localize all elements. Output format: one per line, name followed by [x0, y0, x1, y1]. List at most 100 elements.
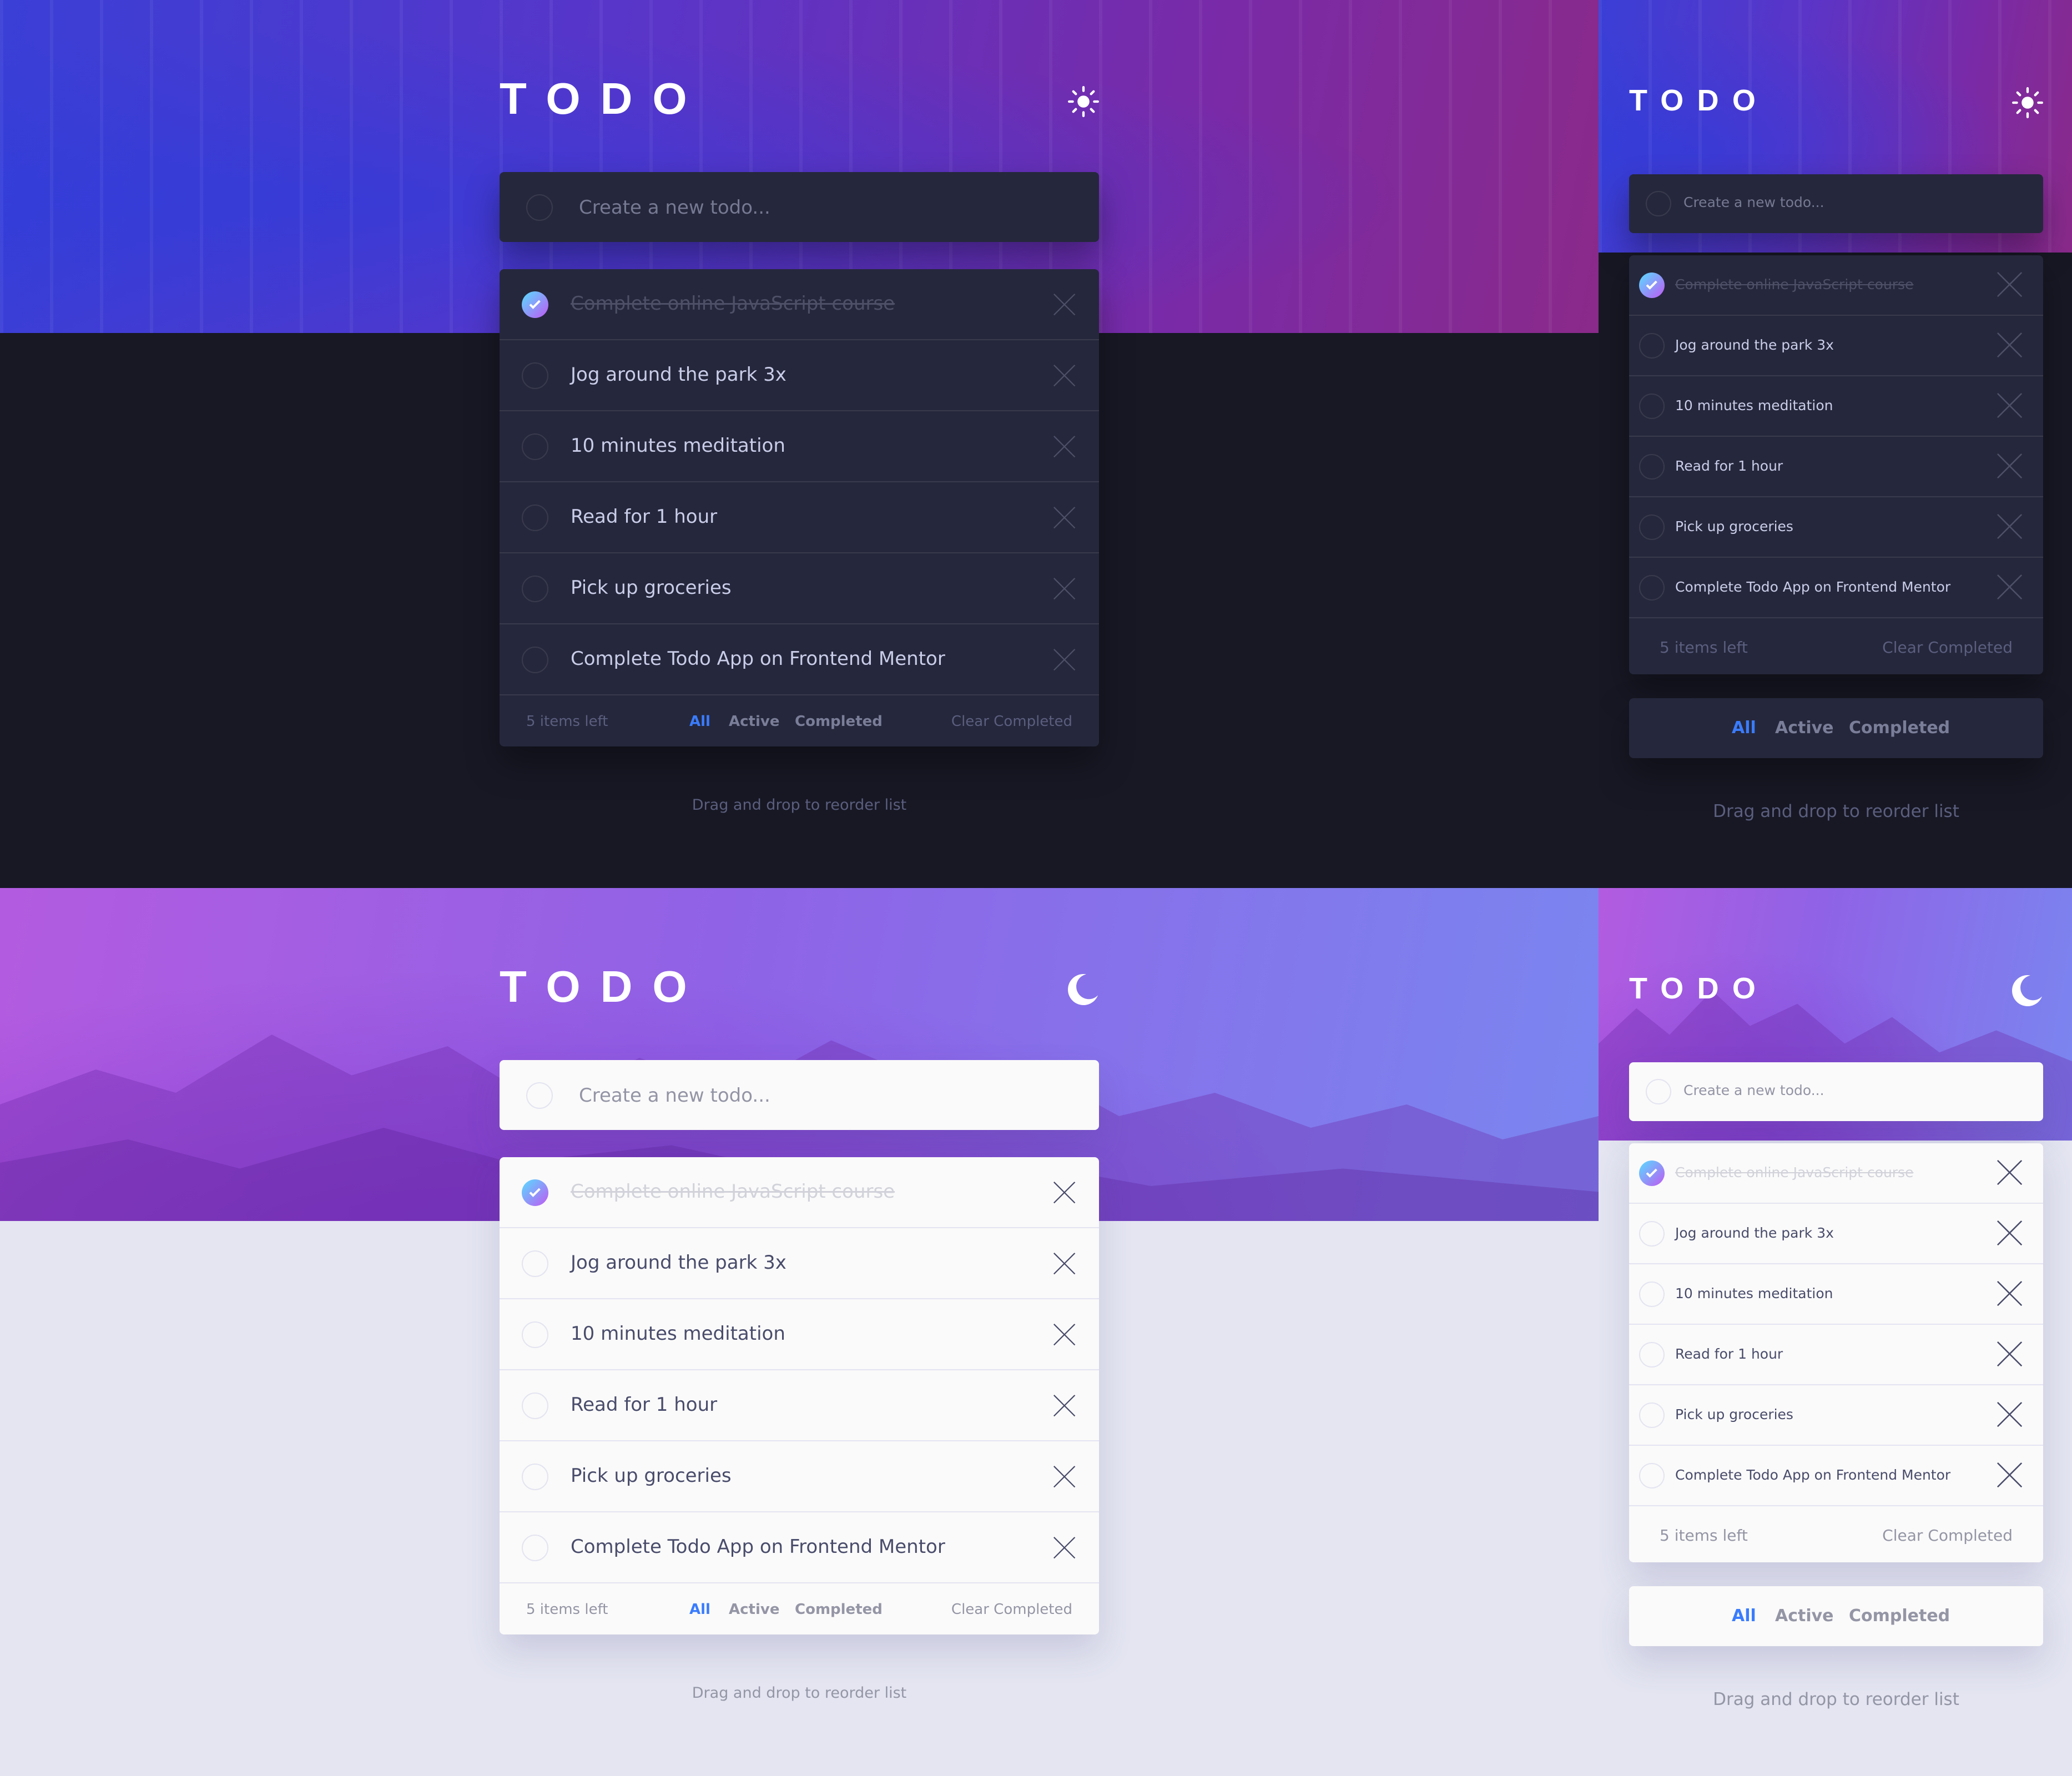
todo-item[interactable]: Complete Todo App on Frontend Mentor [500, 624, 1099, 695]
delete-todo-icon[interactable] [1053, 294, 1076, 316]
todo-checkbox[interactable] [1639, 514, 1665, 540]
todo-checkbox[interactable] [1639, 1402, 1665, 1428]
filter-completed[interactable]: Completed [1849, 1606, 1950, 1626]
todo-checkbox[interactable] [1639, 1463, 1665, 1489]
new-todo-checkbox[interactable] [1646, 191, 1671, 216]
theme-toggle-button[interactable] [1068, 86, 1099, 117]
todo-checkbox[interactable] [1639, 1281, 1665, 1307]
todo-checkbox[interactable] [1639, 1161, 1665, 1186]
delete-todo-icon[interactable] [1053, 507, 1076, 529]
filter-all[interactable]: All [689, 1601, 710, 1618]
todo-item[interactable]: 10 minutes meditation [500, 411, 1099, 482]
filter-all[interactable]: All [689, 713, 710, 730]
todo-checkbox[interactable] [522, 1321, 548, 1348]
todo-item[interactable]: Pick up groceries [1629, 497, 2043, 558]
clear-completed-button[interactable]: Clear Completed [951, 1601, 1072, 1618]
filter-completed[interactable]: Completed [795, 713, 883, 730]
filter-completed[interactable]: Completed [795, 1601, 883, 1618]
new-todo-input[interactable]: Create a new todo... [1683, 194, 1824, 210]
clear-completed-button[interactable]: Clear Completed [1882, 1526, 2013, 1545]
delete-todo-icon[interactable] [1053, 1182, 1076, 1204]
delete-todo-icon[interactable] [1053, 1466, 1076, 1488]
new-todo-checkbox[interactable] [526, 194, 553, 221]
theme-toggle-button[interactable] [2012, 975, 2043, 1006]
todo-item[interactable]: Complete online JavaScript course [1629, 1143, 2043, 1204]
delete-todo-icon[interactable] [1997, 393, 2023, 418]
delete-todo-icon[interactable] [1053, 578, 1076, 600]
new-todo-input[interactable]: Create a new todo... [1683, 1082, 1824, 1098]
delete-todo-icon[interactable] [1997, 1402, 2023, 1427]
todo-checkbox[interactable] [522, 647, 548, 673]
delete-todo-icon[interactable] [1053, 436, 1076, 458]
todo-checkbox[interactable] [522, 1535, 548, 1561]
todo-checkbox[interactable] [522, 1179, 548, 1206]
delete-todo-icon[interactable] [1997, 1462, 2023, 1488]
todo-checkbox[interactable] [1639, 333, 1665, 359]
todo-item[interactable]: Jog around the park 3x [1629, 1204, 2043, 1264]
todo-item[interactable]: Jog around the park 3x [500, 340, 1099, 411]
delete-todo-icon[interactable] [1053, 649, 1076, 671]
new-todo-checkbox[interactable] [1646, 1079, 1671, 1104]
todo-checkbox[interactable] [1639, 575, 1665, 601]
todo-checkbox[interactable] [522, 433, 548, 460]
todo-item[interactable]: Jog around the park 3x [1629, 316, 2043, 376]
todo-item[interactable]: 10 minutes meditation [500, 1299, 1099, 1370]
theme-toggle-button[interactable] [2012, 87, 2043, 118]
todo-item[interactable]: Read for 1 hour [1629, 1325, 2043, 1385]
delete-todo-icon[interactable] [1997, 453, 2023, 479]
delete-todo-icon[interactable] [1997, 272, 2023, 297]
todo-item[interactable]: Complete online JavaScript course [1629, 255, 2043, 316]
filter-active[interactable]: Active [729, 1601, 779, 1618]
todo-item[interactable]: Pick up groceries [500, 553, 1099, 624]
filter-completed[interactable]: Completed [1849, 718, 1950, 738]
delete-todo-icon[interactable] [1997, 1341, 2023, 1367]
todo-item[interactable]: 10 minutes meditation [1629, 376, 2043, 437]
delete-todo-icon[interactable] [1997, 1281, 2023, 1306]
todo-item[interactable]: Complete Todo App on Frontend Mentor [1629, 1446, 2043, 1506]
todo-item[interactable]: Complete online JavaScript course [500, 269, 1099, 340]
filter-active[interactable]: Active [1775, 718, 1834, 738]
delete-todo-icon[interactable] [1997, 514, 2023, 539]
todo-checkbox[interactable] [1639, 1221, 1665, 1247]
delete-todo-icon[interactable] [1053, 1395, 1076, 1417]
delete-todo-icon[interactable] [1053, 1324, 1076, 1346]
filter-all[interactable]: All [1732, 1606, 1756, 1626]
todo-checkbox[interactable] [1639, 454, 1665, 480]
todo-checkbox[interactable] [522, 1464, 548, 1490]
new-todo-input[interactable]: Create a new todo... [579, 196, 770, 219]
todo-checkbox[interactable] [1639, 393, 1665, 419]
filter-active[interactable]: Active [729, 713, 779, 730]
new-todo-checkbox[interactable] [526, 1082, 553, 1109]
clear-completed-button[interactable]: Clear Completed [951, 713, 1072, 730]
todo-item[interactable]: Jog around the park 3x [500, 1228, 1099, 1299]
todo-checkbox[interactable] [522, 362, 548, 389]
todo-item[interactable]: 10 minutes meditation [1629, 1264, 2043, 1325]
todo-item[interactable]: Complete online JavaScript course [500, 1157, 1099, 1228]
todo-checkbox[interactable] [522, 291, 548, 318]
todo-checkbox[interactable] [522, 1250, 548, 1277]
delete-todo-icon[interactable] [1997, 1160, 2023, 1185]
delete-todo-icon[interactable] [1997, 1220, 2023, 1246]
todo-checkbox[interactable] [522, 576, 548, 602]
theme-toggle-button[interactable] [1068, 974, 1099, 1005]
todo-item[interactable]: Read for 1 hour [500, 482, 1099, 553]
delete-todo-icon[interactable] [1997, 332, 2023, 358]
filter-all[interactable]: All [1732, 718, 1756, 738]
todo-item[interactable]: Pick up groceries [1629, 1385, 2043, 1446]
todo-checkbox[interactable] [522, 1392, 548, 1419]
todo-item[interactable]: Complete Todo App on Frontend Mentor [1629, 558, 2043, 618]
delete-todo-icon[interactable] [1053, 1537, 1076, 1559]
todo-item[interactable]: Read for 1 hour [1629, 437, 2043, 497]
todo-checkbox[interactable] [522, 504, 548, 531]
delete-todo-icon[interactable] [1053, 1253, 1076, 1275]
clear-completed-button[interactable]: Clear Completed [1882, 638, 2013, 657]
todo-checkbox[interactable] [1639, 1342, 1665, 1368]
todo-item[interactable]: Complete Todo App on Frontend Mentor [500, 1512, 1099, 1583]
delete-todo-icon[interactable] [1053, 365, 1076, 387]
todo-checkbox[interactable] [1639, 273, 1665, 298]
delete-todo-icon[interactable] [1997, 574, 2023, 600]
new-todo-input[interactable]: Create a new todo... [579, 1084, 770, 1107]
filter-active[interactable]: Active [1775, 1606, 1834, 1626]
todo-item[interactable]: Pick up groceries [500, 1441, 1099, 1512]
todo-item[interactable]: Read for 1 hour [500, 1370, 1099, 1441]
